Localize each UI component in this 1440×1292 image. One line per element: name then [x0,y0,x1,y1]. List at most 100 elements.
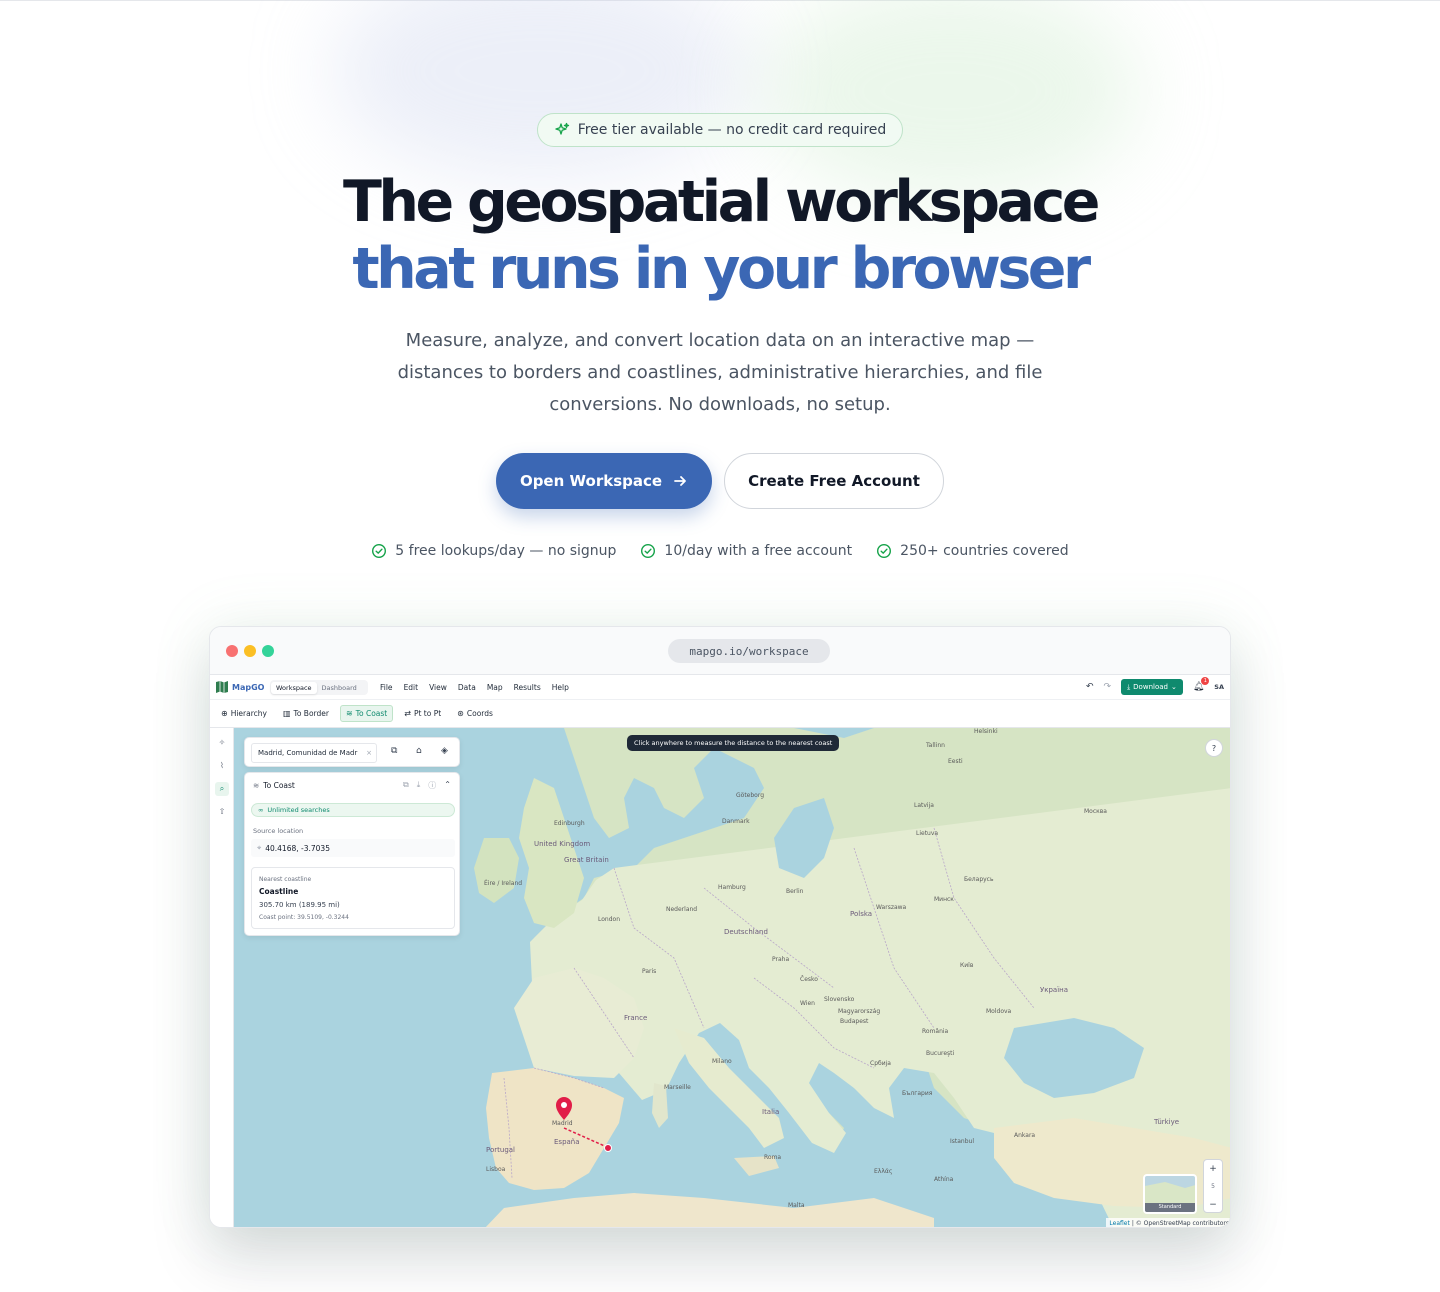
zoom-out-button[interactable]: − [1204,1196,1222,1214]
tool-to-border[interactable]: ▥ To Border [278,706,334,721]
land-great-britain [519,778,584,928]
window-close-dot [226,645,238,657]
feature-text: 250+ countries covered [900,543,1069,559]
map-label: Edinburgh [554,820,585,827]
paperclip-icon[interactable]: ⌇ [215,759,229,773]
address-bar: mapgo.io/workspace [668,639,830,663]
tool-to-coast[interactable]: ≋ To Coast [339,705,394,722]
map-label: Eesti [948,758,963,765]
notifications-button[interactable]: 🔔︎ 1 [1193,677,1210,692]
redo-icon[interactable]: ↷ [1104,682,1112,692]
menu-view[interactable]: View [429,683,447,692]
menu-results[interactable]: Results [514,683,541,692]
map-label: Deutschland [724,928,768,936]
panel-actions: ⧉ ⤓ ⓘ ⌃ [403,780,451,791]
map-canvas[interactable]: United Kingdom Great Britain Éire / Irelan… [234,728,1230,1227]
mode-toggle: Workspace Dashboard [270,680,368,695]
download-button[interactable]: ⤓ Download ⌄ [1121,679,1183,695]
badge-text: Free tier available — no credit card req… [577,122,887,138]
download-icon[interactable]: ⤓ [417,780,421,791]
tool-bar: ⊕ Hierarchy ▥ To Border ≋ To Coast ⇄ Pt … [210,700,1230,728]
result-card: Nearest coastline Coastline 305.70 km (1… [251,867,455,929]
zoom-in-button[interactable]: + [1204,1160,1222,1178]
menu-help[interactable]: Help [552,683,569,692]
map-label: România [922,1028,949,1035]
search-input[interactable]: Madrid, Comunidad de Madr × [251,743,377,763]
menu-file[interactable]: File [380,683,393,692]
map-label: Athína [934,1176,954,1183]
map-label: Беларусь [964,876,994,883]
map-logo-icon [216,681,228,693]
tool-pt-to-pt[interactable]: ⇄ Pt to Pt [399,706,446,721]
undo-icon[interactable]: ↶ [1086,682,1094,692]
coast-point-marker [604,1144,612,1152]
clear-icon[interactable]: × [366,749,372,757]
leaflet-link[interactable]: Leaflet [1109,1220,1129,1227]
locate-icon[interactable]: ◈ [441,746,448,756]
home-icon[interactable]: ⌂ [416,746,422,756]
coast-point: Coast point: 39.5109, -0.3244 [259,914,349,921]
avatar[interactable]: SA [1214,683,1224,691]
feature-item: 250+ countries covered [876,541,1069,561]
feature-text: 5 free lookups/day — no signup [395,543,617,559]
source-label: Source location [253,827,304,835]
feature-item: 10/day with a free account [640,541,852,561]
chevron-down-icon: ⌄ [1170,683,1177,691]
minimap[interactable]: Standard [1143,1174,1197,1214]
info-icon[interactable]: ⓘ [428,780,436,791]
arrow-right-icon [674,476,686,486]
menu-map[interactable]: Map [487,683,503,692]
map-label: Budapest [840,1018,869,1025]
tool-hierarchy[interactable]: ⊕ Hierarchy [216,706,272,721]
map-label: Magyarország [838,1008,881,1015]
map-label: Москва [1084,808,1107,815]
map-icon: ▥ [282,709,291,718]
map-label: Paris [642,968,657,975]
help-button[interactable]: ? [1205,739,1223,757]
tool-coords[interactable]: ⊛ Coords [452,706,498,721]
map-label: Istanbul [950,1138,975,1145]
mode-tab-workspace[interactable]: Workspace [271,681,317,694]
map-label: Marseille [664,1084,691,1091]
sparkles-icon[interactable]: ✧ [215,736,229,750]
map-label: Latvija [914,802,934,809]
menu-edit[interactable]: Edit [404,683,419,692]
globe-icon: ⊕ [221,709,228,718]
map-label: Göteborg [736,792,765,799]
map-label: Éire / Ireland [484,880,523,887]
background-glow-blue [330,0,750,181]
location-search: Madrid, Comunidad de Madr × ⧉ ⌂ ◈ [244,737,460,767]
waves-icon: ≋ [253,781,260,790]
feature-list: 5 free lookups/day — no signup 10/day wi… [0,541,1440,561]
layers-icon[interactable]: ⧉ [391,746,397,756]
copy-icon[interactable]: ⧉ [403,780,409,791]
menu-data[interactable]: Data [458,683,476,692]
browser-chrome: mapgo.io/workspace [210,627,1230,675]
app-logo: MapGO [216,681,264,693]
map-label: Danmark [722,818,750,825]
mode-tab-dashboard[interactable]: Dashboard [317,682,362,694]
search-icon[interactable]: ⌕ [215,782,229,796]
source-value: 40.4168, -3.7035 [265,843,330,853]
map-label: Tallinn [926,742,945,749]
upload-icon[interactable]: ⇧ [215,805,229,819]
app-menubar: MapGO Workspace Dashboard File Edit View… [210,675,1230,700]
map-label: Warszawa [876,904,907,911]
crosshair-icon: ⊛ [457,709,464,718]
source-value-field[interactable]: ⌖ 40.4168, -3.7035 [251,839,455,857]
map-label: Milano [712,1058,732,1065]
tool-label: Coords [466,709,493,718]
notification-count: 1 [1201,677,1210,685]
map-label: Helsinki [974,728,998,735]
osm-attribution: | © OpenStreetMap contributors [1131,1220,1229,1227]
map-label: България [902,1090,933,1097]
map-label: Nederland [666,906,698,913]
map-label: Україна [1040,986,1069,994]
land-north-africa [485,1193,934,1227]
create-account-label: Create Free Account [748,472,920,490]
side-rail: ✧ ⌇ ⌕ ⇧ [210,728,234,1227]
chevron-up-icon[interactable]: ⌃ [444,780,451,791]
open-workspace-button[interactable]: Open Workspace [496,453,712,509]
create-account-button[interactable]: Create Free Account [724,453,944,509]
infinity-icon: ∞ [258,806,264,814]
